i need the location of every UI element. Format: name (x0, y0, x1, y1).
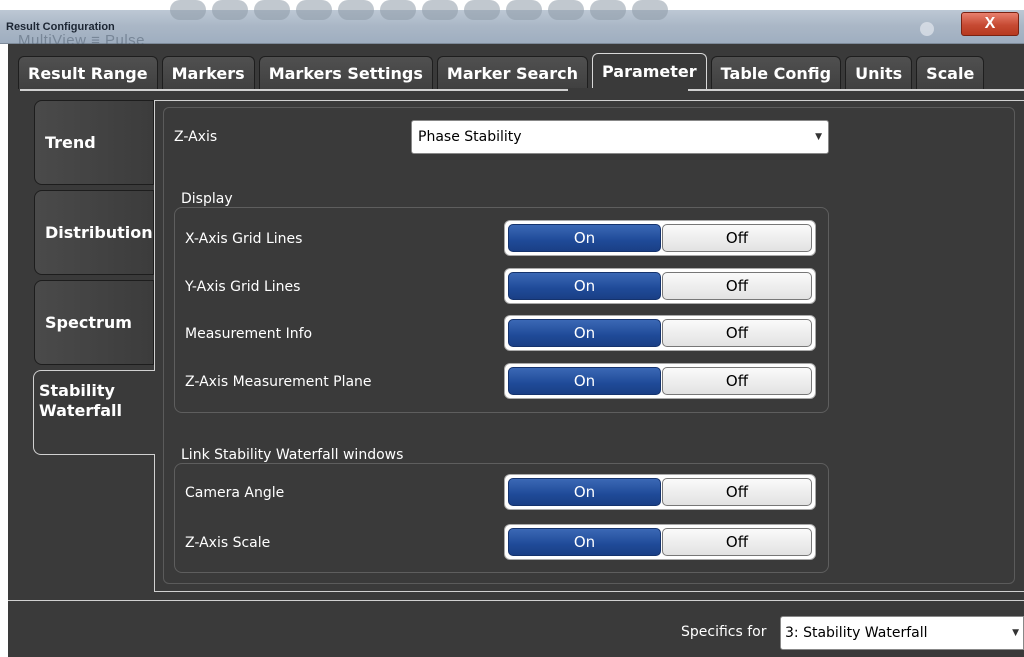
background-toolbar-item (338, 0, 374, 20)
tab-parameter[interactable]: Parameter (591, 53, 707, 89)
z-axis-scale-label: Z-Axis Scale (185, 535, 271, 551)
tab-bar: Result Range Markers Markers Settings Ma… (18, 53, 988, 90)
background-toolbar-item (590, 0, 626, 20)
x-axis-grid-lines-off-button[interactable]: Off (661, 224, 812, 252)
camera-angle-on-button[interactable]: On (508, 478, 661, 506)
side-tab-trend[interactable]: Trend (34, 100, 154, 185)
background-toolbar (170, 0, 668, 22)
tab-marker-search[interactable]: Marker Search (436, 56, 588, 89)
background-toolbar-item (506, 0, 542, 20)
sparkle-icon (920, 22, 934, 36)
x-axis-grid-lines-toggle: On Off (504, 220, 816, 256)
dropdown-arrow-icon: ▼ (815, 132, 822, 142)
camera-angle-toggle: On Off (504, 474, 816, 510)
side-tab-distribution[interactable]: Distribution (34, 190, 154, 275)
measurement-info-on-button[interactable]: On (508, 319, 661, 347)
camera-angle-label: Camera Angle (185, 485, 285, 501)
measurement-info-label: Measurement Info (185, 326, 313, 342)
background-toolbar-item (422, 0, 458, 20)
background-toolbar-item (464, 0, 500, 20)
tab-markers[interactable]: Markers (161, 56, 255, 89)
background-toolbar-item (254, 0, 290, 20)
measurement-info-toggle: On Off (504, 315, 816, 351)
side-tab-stability-waterfall[interactable]: Stability Waterfall (33, 370, 155, 455)
z-axis-label: Z-Axis (174, 129, 218, 145)
dropdown-arrow-icon: ▼ (1012, 628, 1019, 638)
specifics-for-label: Specifics for (681, 624, 767, 640)
background-toolbar-item (632, 0, 668, 20)
side-tab-stability-waterfall-label: Stability Waterfall (39, 381, 122, 420)
side-tab-spectrum[interactable]: Spectrum (34, 280, 154, 365)
z-axis-dropdown[interactable]: Phase Stability ▼ (411, 120, 829, 154)
z-axis-measurement-plane-toggle: On Off (504, 363, 816, 399)
x-axis-grid-lines-label: X-Axis Grid Lines (185, 231, 303, 247)
background-toolbar-item (380, 0, 416, 20)
specifics-for-value: 3: Stability Waterfall (785, 625, 928, 641)
background-toolbar-item (170, 0, 206, 20)
tab-units[interactable]: Units (845, 56, 913, 89)
z-axis-scale-on-button[interactable]: On (508, 528, 661, 556)
z-axis-scale-toggle: On Off (504, 524, 816, 560)
tab-scale[interactable]: Scale (916, 56, 985, 89)
tab-table-config[interactable]: Table Config (710, 56, 842, 89)
z-axis-scale-off-button[interactable]: Off (661, 528, 812, 556)
active-tab-gap (568, 88, 688, 92)
specifics-for-dropdown[interactable]: 3: Stability Waterfall ▼ (780, 616, 1024, 650)
z-axis-measurement-plane-off-button[interactable]: Off (661, 367, 812, 395)
z-axis-value: Phase Stability (418, 129, 522, 145)
measurement-info-off-button[interactable]: Off (661, 319, 812, 347)
x-axis-grid-lines-on-button[interactable]: On (508, 224, 661, 252)
tab-bar-divider (20, 89, 1024, 91)
y-axis-grid-lines-toggle: On Off (504, 268, 816, 304)
background-toolbar-item (548, 0, 584, 20)
tab-markers-settings[interactable]: Markers Settings (258, 56, 433, 89)
z-axis-measurement-plane-label: Z-Axis Measurement Plane (185, 374, 372, 390)
z-axis-measurement-plane-on-button[interactable]: On (508, 367, 661, 395)
y-axis-grid-lines-off-button[interactable]: Off (661, 272, 812, 300)
background-toolbar-item (212, 0, 248, 20)
close-button[interactable]: X (961, 12, 1019, 36)
display-group-title: Display (181, 191, 233, 207)
camera-angle-off-button[interactable]: Off (661, 478, 812, 506)
footer-divider (8, 600, 1024, 601)
tab-result-range[interactable]: Result Range (18, 56, 158, 89)
link-group-title: Link Stability Waterfall windows (181, 447, 404, 463)
title-bar: Result Configuration MultiView ≡ Pulse X (0, 0, 1024, 49)
y-axis-grid-lines-on-button[interactable]: On (508, 272, 661, 300)
background-toolbar-item (296, 0, 332, 20)
y-axis-grid-lines-label: Y-Axis Grid Lines (185, 279, 301, 295)
